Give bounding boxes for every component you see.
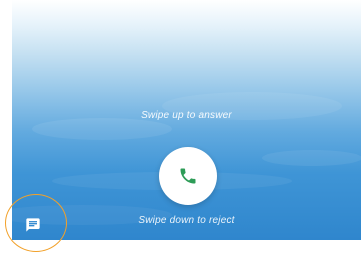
water-ripple bbox=[262, 150, 361, 166]
message-icon bbox=[26, 218, 40, 232]
water-ripple bbox=[32, 118, 172, 140]
reply-with-message-button[interactable] bbox=[22, 214, 44, 236]
answer-call-button[interactable] bbox=[159, 147, 217, 205]
swipe-down-hint: Swipe down to reject bbox=[138, 215, 235, 226]
swipe-up-hint: Swipe up to answer bbox=[141, 110, 232, 121]
phone-icon bbox=[180, 168, 196, 184]
incoming-call-screen: Swipe up to answer Swipe down to reject bbox=[0, 0, 361, 256]
